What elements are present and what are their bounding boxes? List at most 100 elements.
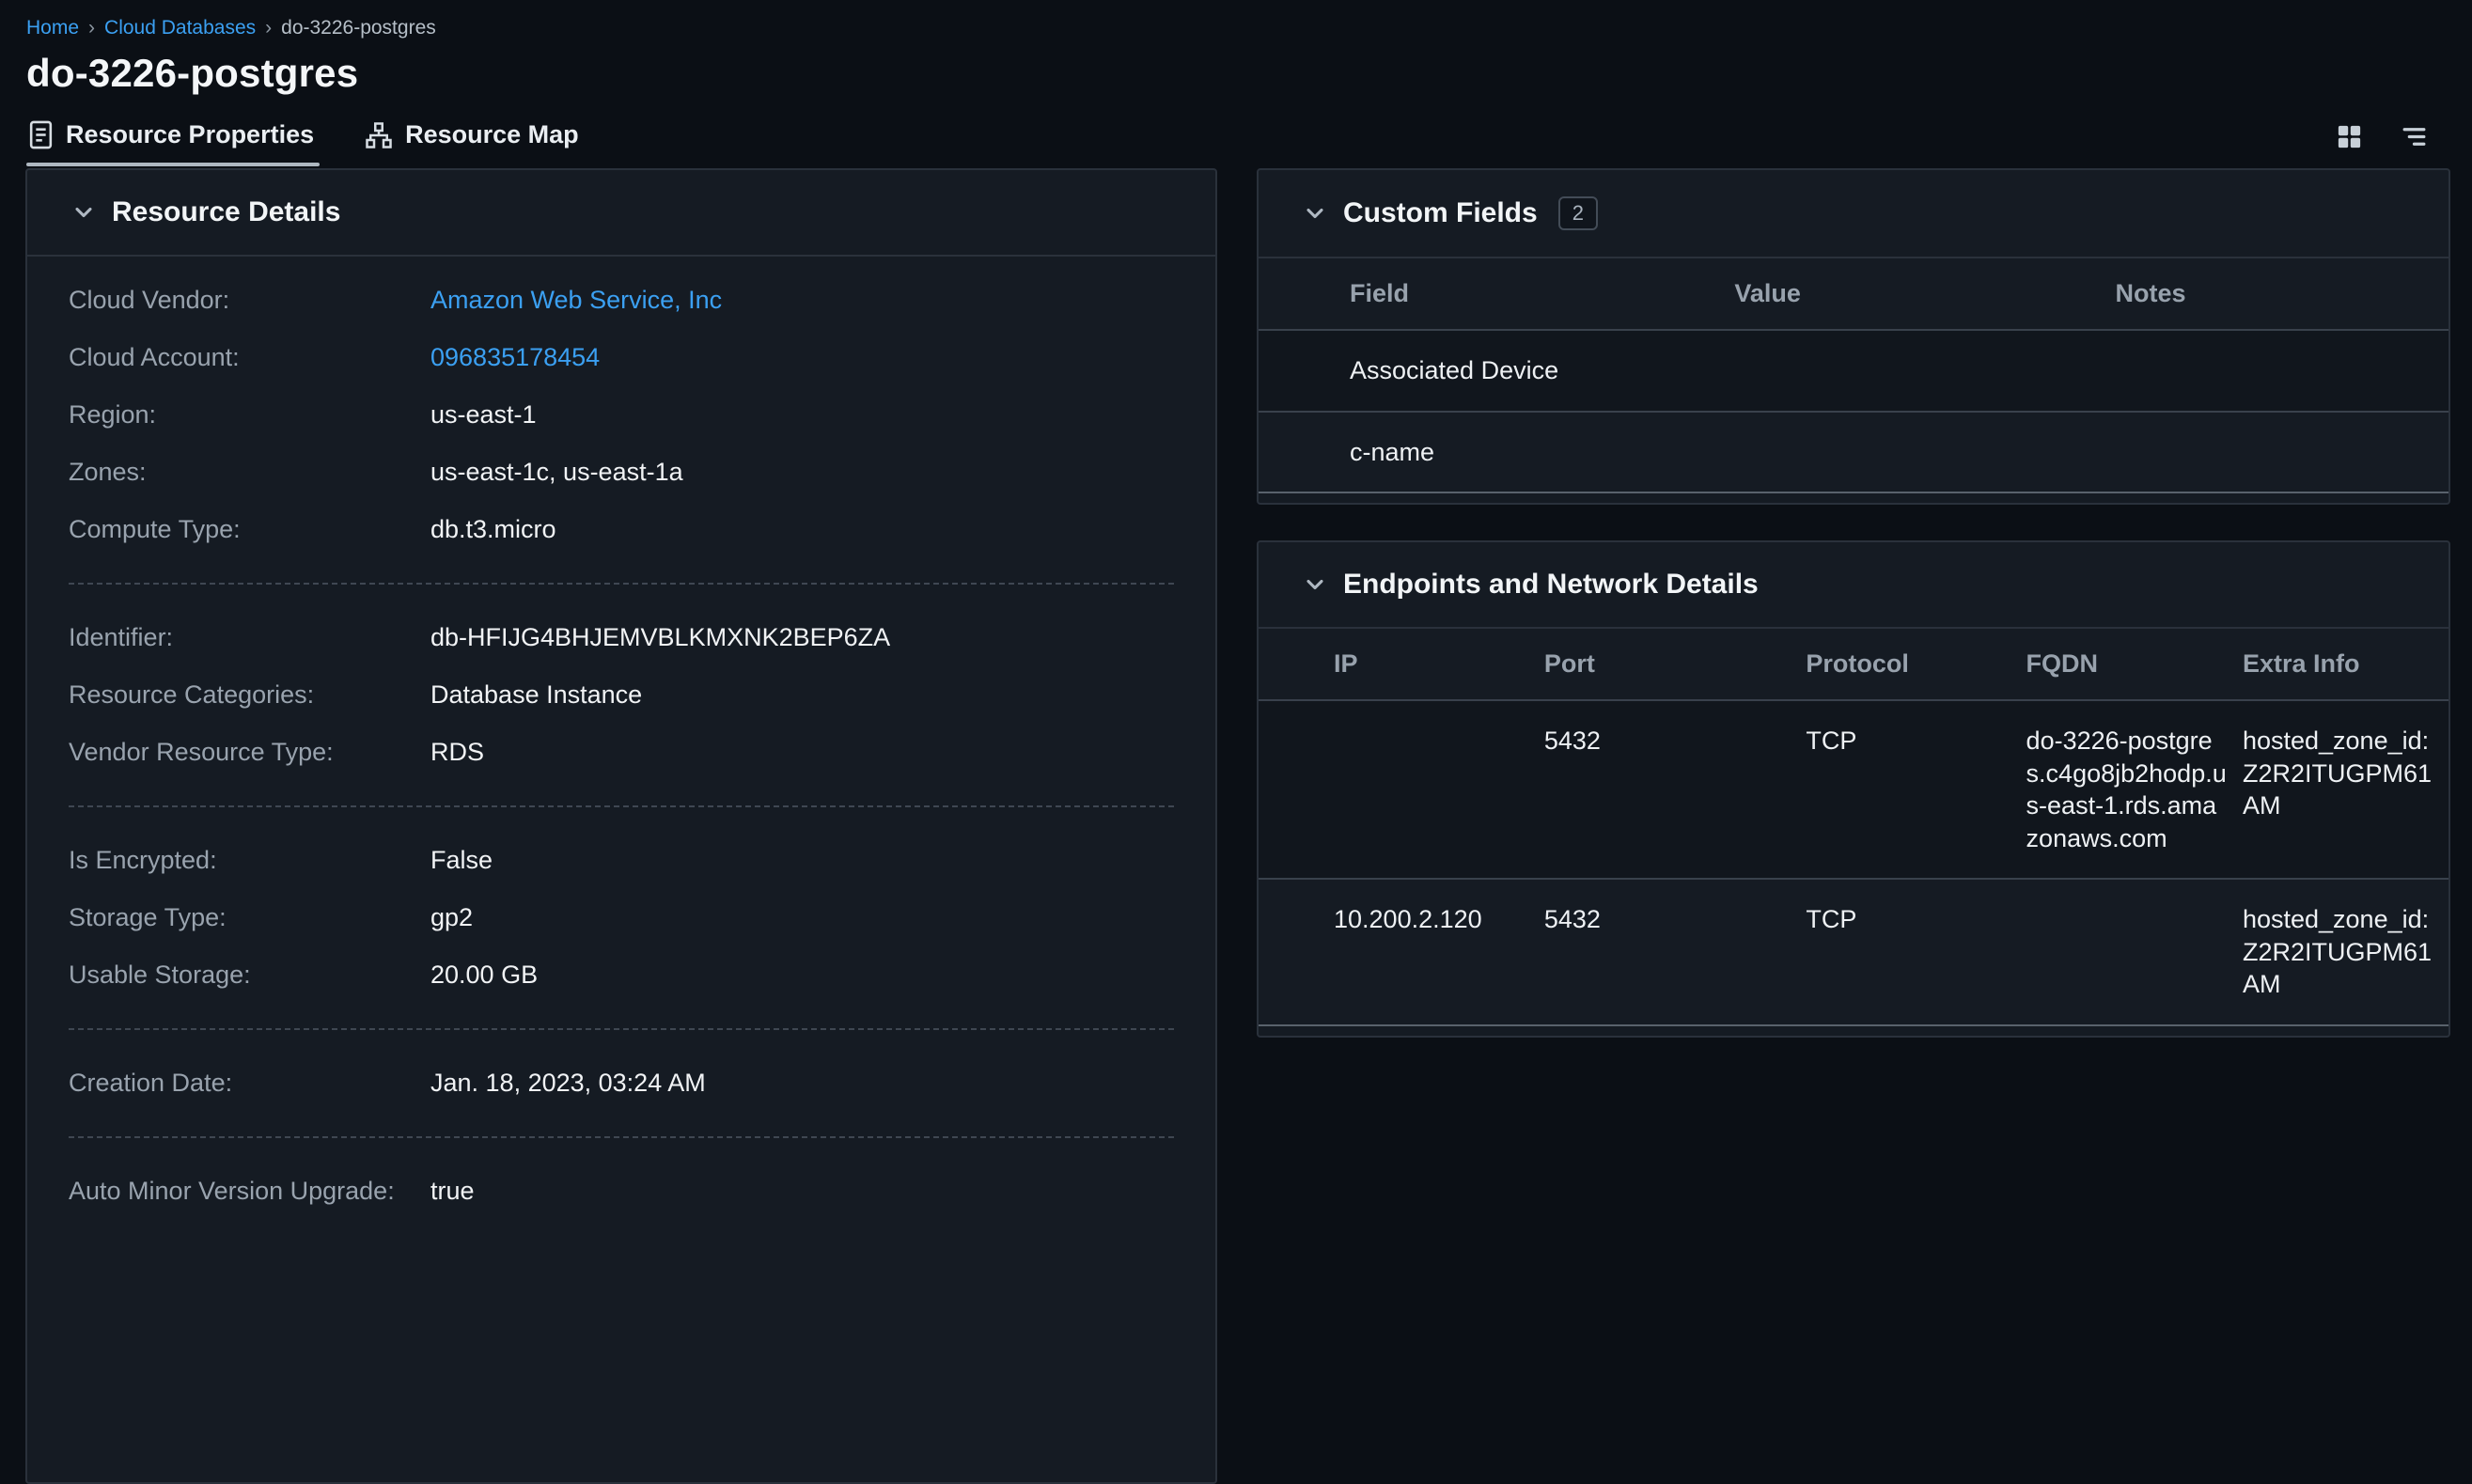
detail-value: RDS <box>430 738 484 767</box>
table-header-row: Field Value Notes <box>1259 258 2449 331</box>
detail-label: Auto Minor Version Upgrade: <box>69 1177 430 1206</box>
cell-ip <box>1259 701 1544 878</box>
tab-resource-map[interactable]: Resource Map <box>363 118 585 166</box>
breadcrumb: Home › Cloud Databases › do-3226-postgre… <box>26 17 2448 39</box>
cell-field: c-name <box>1259 413 1734 492</box>
column-header-notes: Notes <box>2116 258 2449 329</box>
cell-notes <box>2116 413 2449 492</box>
tab-resource-properties[interactable]: Resource Properties <box>26 118 320 166</box>
breadcrumb-current: do-3226-postgres <box>281 17 436 39</box>
column-header-ip: IP <box>1259 629 1544 699</box>
document-icon <box>28 120 54 149</box>
detail-value: gp2 <box>430 903 473 932</box>
detail-label: Cloud Account: <box>69 343 430 372</box>
cell-value <box>1734 413 2115 492</box>
cell-protocol: TCP <box>1806 701 2026 878</box>
detail-row: Identifier: db-HFIJG4BHJEMVBLKMXNK2BEP6Z… <box>69 609 1174 666</box>
main-content: Resource Details Cloud Vendor: Amazon We… <box>0 168 2472 1484</box>
detail-label: Storage Type: <box>69 903 430 932</box>
detail-row: Is Encrypted: False <box>69 832 1174 889</box>
table-row[interactable]: 10.200.2.120 5432 TCP hosted_zone_id:Z2R… <box>1259 880 2449 1026</box>
detail-value: us-east-1 <box>430 400 537 430</box>
detail-row: Compute Type: db.t3.micro <box>69 501 1174 558</box>
endpoints-table: IP Port Protocol FQDN Extra Info 5432 TC… <box>1259 629 2449 1026</box>
page-header: Home › Cloud Databases › do-3226-postgre… <box>0 0 2472 166</box>
breadcrumb-cloud-databases[interactable]: Cloud Databases <box>104 17 256 39</box>
detail-label: Zones: <box>69 458 430 487</box>
column-header-value: Value <box>1734 258 2115 329</box>
detail-label: Cloud Vendor: <box>69 286 430 315</box>
tab-label: Resource Map <box>405 120 579 149</box>
cell-protocol: TCP <box>1806 880 2026 1024</box>
detail-label: Vendor Resource Type: <box>69 738 430 767</box>
detail-row: Usable Storage: 20.00 GB <box>69 946 1174 1004</box>
detail-row: Zones: us-east-1c, us-east-1a <box>69 444 1174 501</box>
breadcrumb-home[interactable]: Home <box>26 17 79 39</box>
column-header-fqdn: FQDN <box>2026 629 2243 699</box>
detail-value: us-east-1c, us-east-1a <box>430 458 683 487</box>
detail-row: Cloud Account: 096835178454 <box>69 329 1174 386</box>
count-badge: 2 <box>1558 196 1598 230</box>
left-column: Resource Details Cloud Vendor: Amazon We… <box>25 168 1217 1484</box>
cell-notes <box>2116 331 2449 411</box>
breadcrumb-separator: › <box>88 17 95 39</box>
detail-value[interactable]: Amazon Web Service, Inc <box>430 286 722 315</box>
list-view-button[interactable] <box>2400 122 2429 151</box>
grid-view-button[interactable] <box>2335 122 2364 151</box>
cell-port: 5432 <box>1544 701 1807 878</box>
column-header-port: Port <box>1544 629 1807 699</box>
chevron-down-icon[interactable] <box>1302 200 1328 227</box>
detail-label: Identifier: <box>69 623 430 652</box>
detail-value: db.t3.micro <box>430 515 556 544</box>
detail-row: Region: us-east-1 <box>69 386 1174 444</box>
table-row[interactable]: Associated Device <box>1259 331 2449 413</box>
detail-row: Cloud Vendor: Amazon Web Service, Inc <box>69 272 1174 329</box>
chevron-down-icon[interactable] <box>70 199 97 226</box>
cell-value <box>1734 331 2115 411</box>
cell-ip: 10.200.2.120 <box>1259 880 1544 1024</box>
cell-field: Associated Device <box>1259 331 1734 411</box>
resource-details-card: Resource Details Cloud Vendor: Amazon We… <box>25 168 1217 1484</box>
custom-fields-rows: Associated Device c-name <box>1259 331 2449 493</box>
section-title: Custom Fields <box>1343 197 1538 229</box>
table-row[interactable]: 5432 TCP do-3226-postgres.c4go8jb2hodp.u… <box>1259 701 2449 880</box>
tab-label: Resource Properties <box>66 120 314 149</box>
detail-row: Resource Categories: Database Instance <box>69 666 1174 724</box>
detail-row: Auto Minor Version Upgrade: true <box>69 1163 1174 1220</box>
sitemap-icon <box>365 121 393 149</box>
resource-details-body: Cloud Vendor: Amazon Web Service, Inc Cl… <box>27 257 1215 1257</box>
detail-label: Region: <box>69 400 430 430</box>
cell-port: 5432 <box>1544 880 1807 1024</box>
right-column: Custom Fields 2 Field Value Notes Associ… <box>1257 168 2450 1484</box>
resource-details-header: Resource Details <box>27 170 1215 257</box>
detail-row: Creation Date: Jan. 18, 2023, 03:24 AM <box>69 1054 1174 1112</box>
page-title: do-3226-postgres <box>26 51 2448 96</box>
group-divider <box>69 1028 1174 1030</box>
detail-label: Creation Date: <box>69 1069 430 1098</box>
detail-label: Usable Storage: <box>69 961 430 990</box>
endpoints-rows: 5432 TCP do-3226-postgres.c4go8jb2hodp.u… <box>1259 701 2449 1026</box>
detail-value: Database Instance <box>430 680 642 710</box>
chevron-down-icon[interactable] <box>1302 571 1328 598</box>
breadcrumb-separator: › <box>265 17 272 39</box>
view-controls <box>2335 122 2448 166</box>
cell-fqdn: do-3226-postgres.c4go8jb2hodp.us-east-1.… <box>2026 701 2243 878</box>
custom-fields-card: Custom Fields 2 Field Value Notes Associ… <box>1257 168 2450 505</box>
column-header-protocol: Protocol <box>1806 629 2026 699</box>
section-title: Endpoints and Network Details <box>1343 569 1759 601</box>
detail-label: Resource Categories: <box>69 680 430 710</box>
detail-label: Is Encrypted: <box>69 846 430 875</box>
cell-extra-info: hosted_zone_id:Z2R2ITUGPM61AM <box>2243 701 2449 878</box>
group-divider <box>69 805 1174 807</box>
detail-value: Jan. 18, 2023, 03:24 AM <box>430 1069 706 1098</box>
detail-value[interactable]: 096835178454 <box>430 343 600 372</box>
tabs-bar: Resource Properties Resource Map <box>26 118 2448 166</box>
table-row[interactable]: c-name <box>1259 413 2449 494</box>
detail-label: Compute Type: <box>69 515 430 544</box>
group-divider <box>69 1136 1174 1138</box>
section-title: Resource Details <box>112 196 340 228</box>
custom-fields-header: Custom Fields 2 <box>1259 170 2449 258</box>
column-header-extra-info: Extra Info <box>2243 629 2449 699</box>
detail-value: true <box>430 1177 475 1206</box>
custom-fields-table: Field Value Notes Associated Device c-na… <box>1259 258 2449 493</box>
